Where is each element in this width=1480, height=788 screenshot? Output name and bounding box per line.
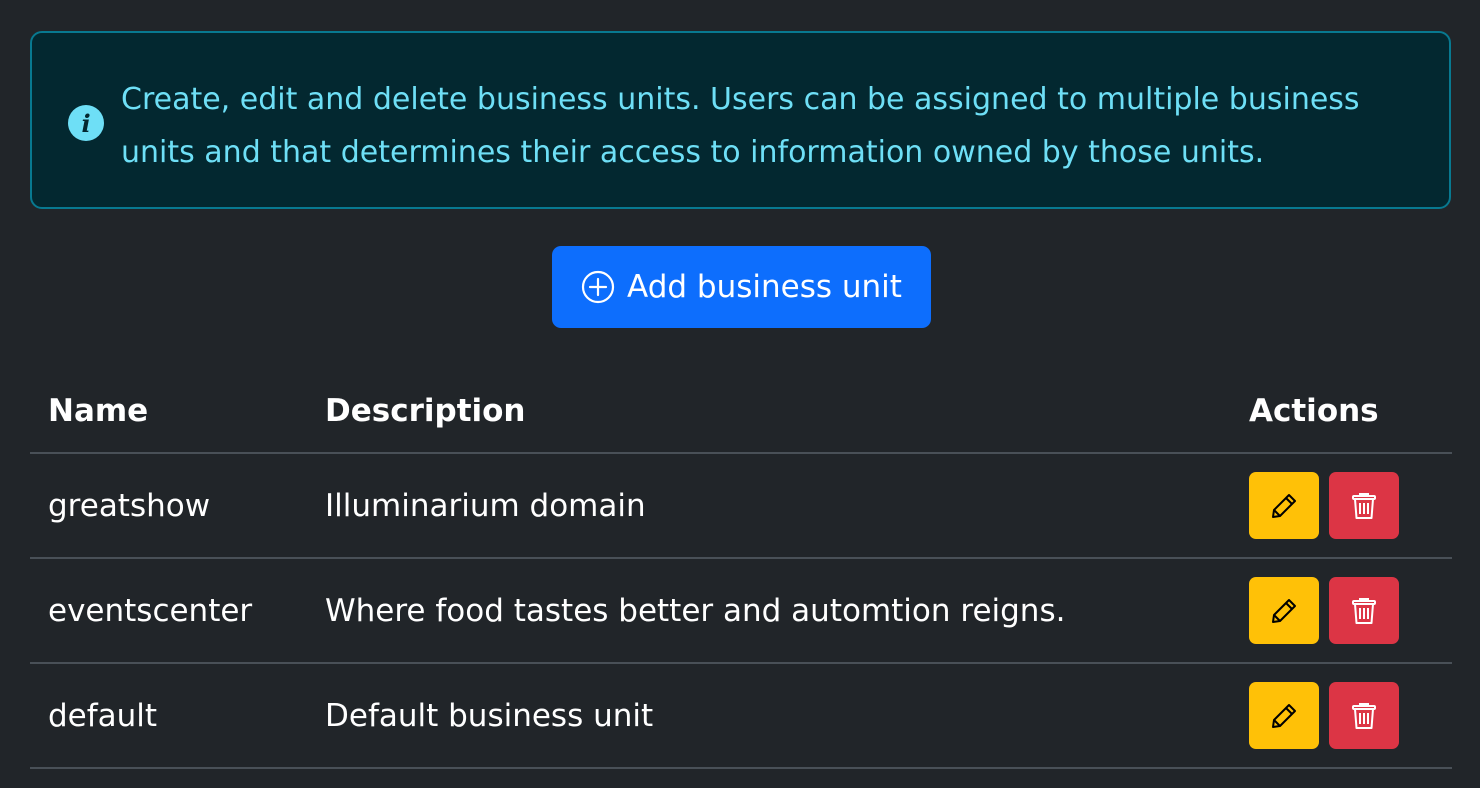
pencil-icon	[1272, 493, 1296, 518]
unit-description: Default business unit	[307, 663, 1231, 769]
delete-button[interactable]	[1329, 577, 1399, 644]
unit-description: Where food tastes better and automtion r…	[307, 558, 1231, 664]
pencil-icon	[1272, 703, 1296, 728]
delete-button[interactable]	[1329, 682, 1399, 749]
unit-name: eventscenter	[30, 558, 307, 664]
trash-icon	[1352, 492, 1376, 519]
edit-button[interactable]	[1249, 682, 1319, 749]
edit-button[interactable]	[1249, 577, 1319, 644]
trash-icon	[1352, 702, 1376, 729]
plus-circle-icon	[581, 270, 615, 304]
table-header-row: Name Description Actions	[30, 370, 1452, 454]
row-actions	[1231, 558, 1452, 664]
row-actions	[1231, 453, 1452, 559]
row-actions	[1231, 663, 1452, 769]
business-units-page: i Create, edit and delete business units…	[0, 0, 1480, 788]
add-business-unit-label: Add business unit	[627, 269, 902, 305]
edit-button[interactable]	[1249, 472, 1319, 539]
info-alert-text: Create, edit and delete business units. …	[121, 82, 1360, 170]
pencil-icon	[1272, 598, 1296, 623]
unit-name: greatshow	[30, 453, 307, 559]
table-row: greatshow Illuminarium domain	[30, 453, 1452, 559]
add-business-unit-button[interactable]: Add business unit	[552, 246, 931, 328]
delete-button[interactable]	[1329, 472, 1399, 539]
header-name: Name	[30, 370, 307, 454]
unit-name: default	[30, 663, 307, 769]
info-alert: i Create, edit and delete business units…	[30, 31, 1451, 209]
trash-icon	[1352, 597, 1376, 624]
table-row: default Default business unit	[30, 663, 1452, 769]
info-icon: i	[68, 105, 104, 141]
table-row: eventscenter Where food tastes better an…	[30, 558, 1452, 664]
unit-description: Illuminarium domain	[307, 453, 1231, 559]
header-description: Description	[307, 370, 1231, 454]
header-actions: Actions	[1231, 370, 1452, 454]
business-units-table: Name Description Actions greatshow Illum…	[30, 370, 1452, 769]
